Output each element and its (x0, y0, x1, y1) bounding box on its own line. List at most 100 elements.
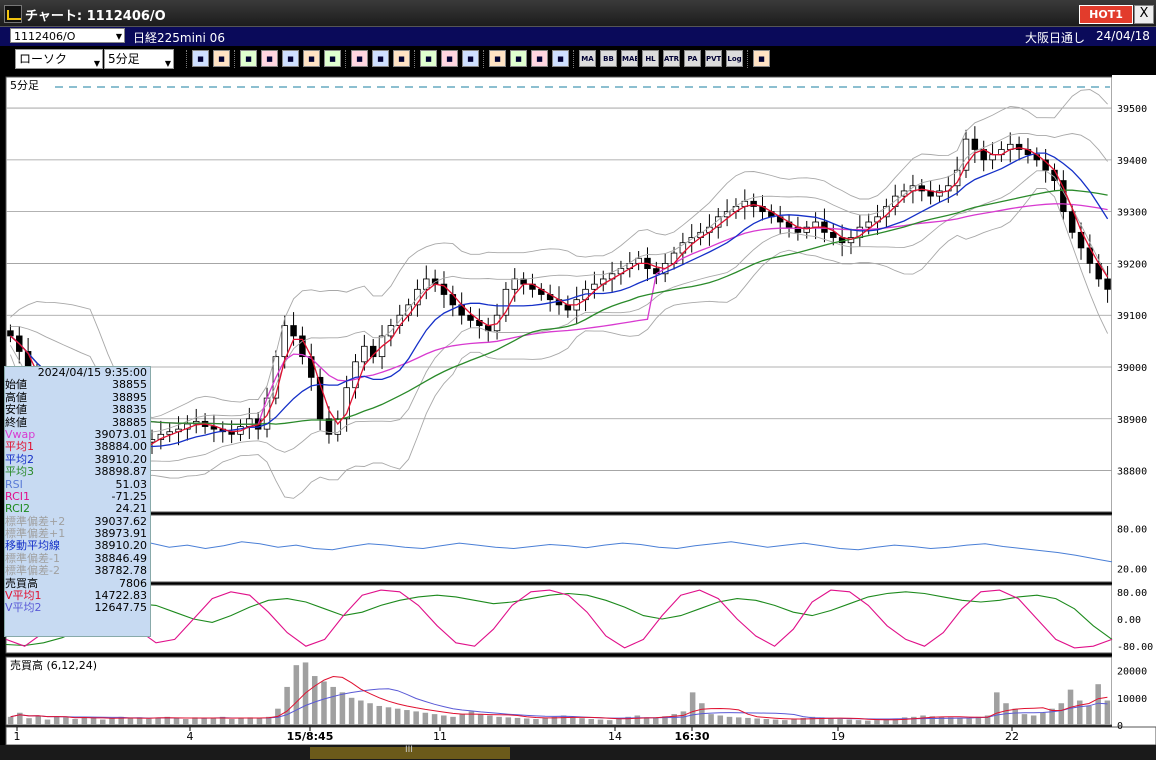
volume-bar (874, 720, 880, 725)
toolbar-separator (414, 50, 417, 68)
toolbar-separator (186, 50, 189, 68)
toolbar-separator (573, 50, 576, 68)
disabled-icon[interactable]: ■ (324, 50, 341, 67)
symbol-select[interactable]: 1112406/O ▼ (10, 28, 125, 43)
volume-bar (311, 676, 318, 725)
volume-bar (210, 717, 217, 725)
volume-bar (284, 686, 290, 725)
x-tick-label: 11 (433, 730, 447, 743)
volume-bar (597, 719, 604, 725)
interval-select[interactable]: 5分足 ▼ (104, 49, 174, 69)
box-left-icon[interactable]: ■ (351, 50, 368, 67)
box-right-icon[interactable]: ■ (372, 50, 389, 67)
volume-bar (542, 717, 548, 725)
candle-body (564, 304, 572, 311)
info-panel: 2024/04/15 9:35:00 始値 38855 高値 38895 安値 38835… (4, 366, 151, 637)
volume-bar (726, 716, 733, 725)
close-button[interactable]: X (1134, 5, 1154, 24)
info-row: 標準偏差-2 38782.78 (5, 564, 150, 578)
grid-icon[interactable]: ■ (552, 50, 569, 67)
candle-body (290, 325, 297, 337)
chart-canvas[interactable]: 5分足 39500 39400 39300 39200 39100 39000 38900 38… (0, 75, 1156, 745)
rsi-tick-label: 20.00 (1117, 565, 1147, 576)
eraser-icon[interactable]: ■ (462, 50, 479, 67)
candle-body (830, 231, 837, 238)
bar-chart-icon[interactable]: ■ (282, 50, 299, 67)
info-row: 安値 38835 (5, 403, 150, 416)
symbol-info-bar: 1112406/O ▼ 日経225mini 06 大阪日通し 24/04/18 (0, 27, 1156, 46)
candle-body (281, 325, 288, 358)
volume-panel (5, 656, 1113, 726)
price-tick-label: 39200 (1117, 259, 1147, 270)
volume-bar (146, 718, 152, 725)
volume-bar (1076, 700, 1083, 725)
volume-bar (1086, 705, 1092, 725)
volume-bar (588, 719, 595, 725)
volume-bar (606, 720, 613, 725)
info-label: 始値 (5, 378, 27, 392)
zoom-icon[interactable]: ■ (192, 50, 209, 67)
candle-body (7, 330, 14, 337)
chart-type-select[interactable]: ローソク ▼ (15, 49, 103, 69)
volume-bar (689, 692, 696, 725)
chevron-down-icon: ▼ (115, 32, 122, 41)
volume-bar (477, 714, 484, 725)
rsi-panel (5, 514, 1113, 583)
scroll-thumb[interactable] (310, 745, 510, 759)
log-button[interactable]: Log (726, 50, 743, 67)
volume-bar (782, 720, 788, 725)
exit-icon[interactable]: ■ (753, 50, 770, 67)
pvt-button[interactable]: PVT (705, 50, 722, 67)
volume-bar (256, 718, 263, 725)
volume-bar (330, 686, 336, 725)
gear-icon[interactable]: ■ (489, 50, 506, 67)
search-chart-icon[interactable]: ■ (261, 50, 278, 67)
volume-bar (293, 665, 300, 725)
cursor-icon[interactable]: ■ (213, 50, 230, 67)
candle-body (989, 154, 996, 161)
all-icon[interactable]: ■ (393, 50, 410, 67)
volume-bar (864, 720, 871, 725)
volume-tick-label: 10000 (1117, 694, 1147, 705)
x-tick-label: 4 (187, 730, 194, 743)
hl-button[interactable]: HL (642, 50, 659, 67)
volume-bar (441, 715, 447, 725)
info-row: 平均1 38884.00 (5, 440, 150, 454)
volume-bar (109, 718, 115, 725)
x-tick-label: 14 (608, 730, 622, 743)
volume-bar (717, 715, 724, 725)
ma-button[interactable]: MA (579, 50, 596, 67)
x-axis-area (5, 726, 1156, 745)
plus-minus-icon[interactable]: ■ (303, 50, 320, 67)
arrow-select-icon[interactable]: ■ (441, 50, 458, 67)
price-tick-label: 39300 (1117, 208, 1147, 219)
info-value: 38884.00 (94, 440, 148, 454)
toolbar-separator (234, 50, 237, 68)
volume-bar (1021, 714, 1028, 725)
rci-panel (5, 584, 1113, 654)
candle-body (865, 221, 872, 228)
volume-title: 売買高 (6,12,24) (10, 658, 97, 672)
bb-button[interactable]: BB (600, 50, 617, 67)
volume-bar (496, 716, 502, 725)
pen-icon[interactable]: ■ (420, 50, 437, 67)
info-value: 38782.78 (94, 564, 148, 578)
volume-bar (957, 717, 963, 725)
info-label: 標準偏差-2 (5, 564, 60, 578)
palette-icon[interactable]: ■ (531, 50, 548, 67)
candle-body (423, 278, 430, 290)
horizontal-scrollbar[interactable] (0, 745, 1156, 760)
pa-button[interactable]: PA (684, 50, 701, 67)
volume-bar (459, 714, 465, 725)
volume-bar (855, 720, 862, 725)
info-label: 平均3 (5, 465, 34, 479)
hot-button[interactable]: HOT1 (1079, 5, 1133, 24)
volume-bar (994, 692, 1000, 725)
atr-button[interactable]: ATR (663, 50, 680, 67)
volume-bar (431, 714, 438, 725)
volume-bar (837, 719, 843, 725)
volume-bar (763, 719, 770, 725)
wrench-icon[interactable]: ■ (510, 50, 527, 67)
candle-compare-icon[interactable]: ■ (240, 50, 257, 67)
mae-button[interactable]: MAE (621, 50, 638, 67)
